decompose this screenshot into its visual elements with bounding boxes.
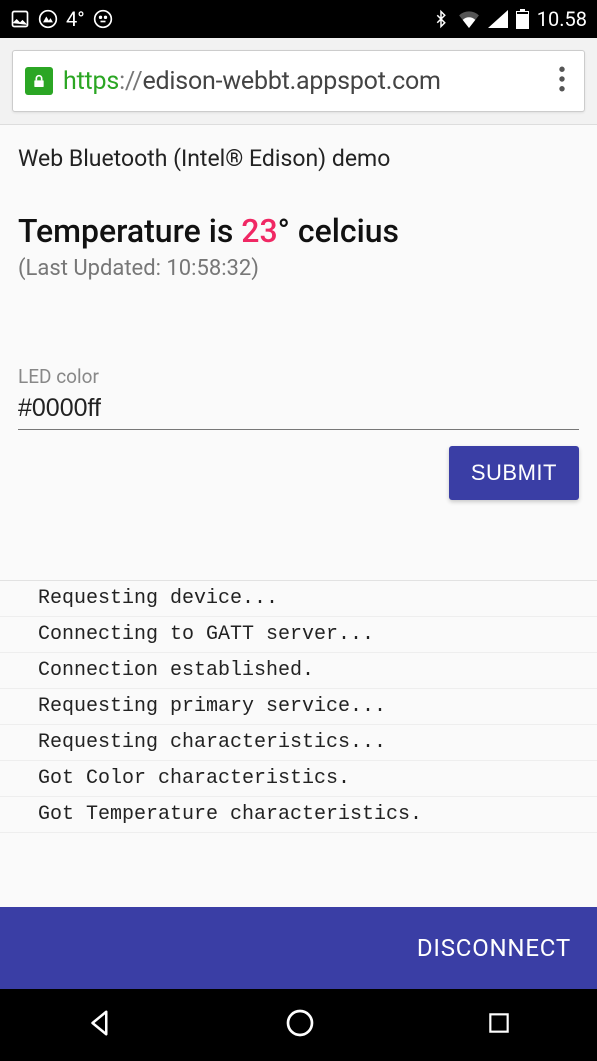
url-host: edison-webbt.appspot.com <box>142 67 440 96</box>
log-list: Requesting device... Connecting to GATT … <box>0 580 597 833</box>
bluetooth-icon <box>432 9 450 29</box>
led-color-label: LED color <box>18 365 579 388</box>
recents-icon[interactable] <box>486 1010 512 1040</box>
battery-icon <box>516 9 529 29</box>
android-nav-bar <box>0 989 597 1061</box>
home-icon[interactable] <box>284 1007 316 1043</box>
image-icon <box>10 9 30 29</box>
lock-icon <box>25 67 53 95</box>
log-item: Connecting to GATT server... <box>0 617 597 653</box>
temperature-heading: Temperature is 23° celcius <box>18 212 579 250</box>
led-color-input[interactable] <box>18 390 579 430</box>
log-item: Connection established. <box>0 653 597 689</box>
log-item: Requesting device... <box>0 581 597 617</box>
submit-button[interactable]: SUBMIT <box>449 446 579 500</box>
wifi-icon <box>458 10 480 28</box>
page-title: Web Bluetooth (Intel® Edison) demo <box>18 145 579 172</box>
log-item: Requesting characteristics... <box>0 725 597 761</box>
status-clock: 10.58 <box>537 7 587 31</box>
url-scheme: https <box>63 67 119 96</box>
face-icon <box>93 9 113 29</box>
temperature-suffix: ° celcius <box>278 212 399 250</box>
mountain-icon <box>38 9 58 29</box>
log-item: Got Temperature characteristics. <box>0 797 597 833</box>
browser-toolbar: https://edison-webbt.appspot.com <box>0 38 597 125</box>
android-status-bar: 4° 10.58 <box>0 0 597 38</box>
url-separator: :// <box>119 67 142 96</box>
page-content: Web Bluetooth (Intel® Edison) demo Tempe… <box>0 125 597 907</box>
log-item: Got Color characteristics. <box>0 761 597 797</box>
bottom-action-bar: DISCONNECT <box>0 907 597 989</box>
log-item: Requesting primary service... <box>0 689 597 725</box>
back-icon[interactable] <box>85 1008 115 1042</box>
updated-time: 10:58:32 <box>166 256 251 281</box>
menu-icon[interactable] <box>552 66 572 96</box>
temperature-value: 23 <box>241 212 277 250</box>
signal-icon <box>488 10 508 28</box>
last-updated: (Last Updated: 10:58:32) <box>18 256 579 281</box>
address-bar[interactable]: https://edison-webbt.appspot.com <box>12 50 585 112</box>
temperature-prefix: Temperature is <box>18 212 241 250</box>
status-temperature: 4° <box>66 7 85 31</box>
disconnect-button[interactable]: DISCONNECT <box>417 934 571 962</box>
url-text: https://edison-webbt.appspot.com <box>63 67 441 96</box>
